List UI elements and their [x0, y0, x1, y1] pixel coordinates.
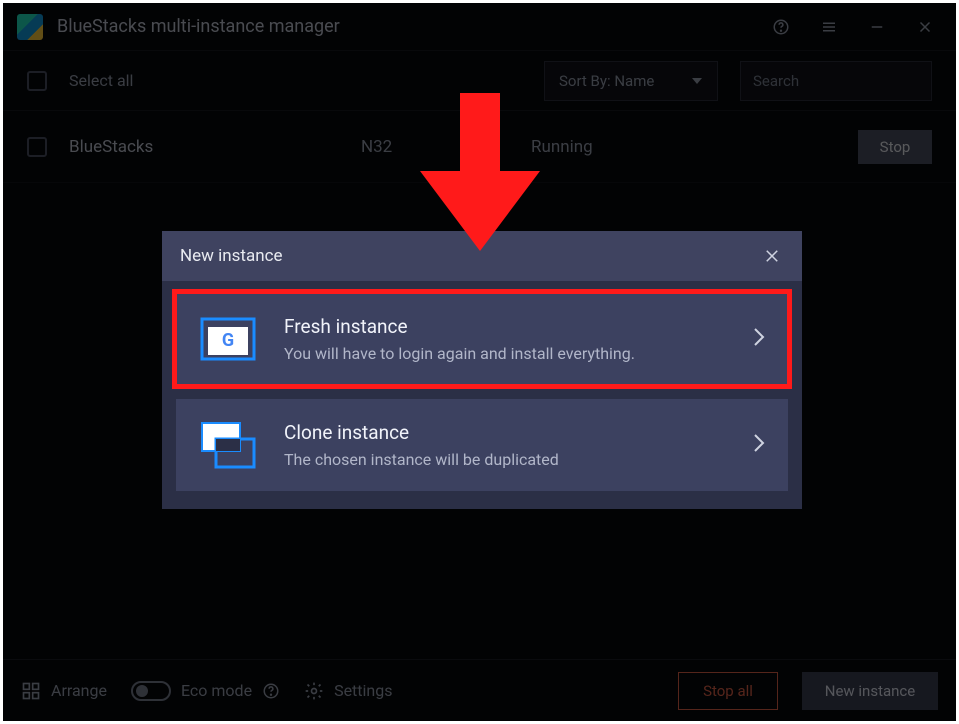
svg-text:G: G	[222, 330, 234, 351]
instance-row: BlueStacks N32 Running Stop	[3, 111, 956, 183]
arrange-button[interactable]: Arrange	[21, 681, 107, 701]
settings-label: Settings	[334, 681, 392, 700]
modal-header: New instance	[162, 231, 802, 281]
search-input[interactable]	[753, 72, 952, 90]
clone-instance-icon	[198, 419, 258, 471]
minimize-icon[interactable]	[860, 10, 894, 44]
modal-body: G Fresh instance You will have to login …	[162, 281, 802, 509]
chevron-right-icon	[752, 432, 766, 458]
search-input-wrapper[interactable]	[740, 61, 932, 101]
new-instance-button[interactable]: New instance	[802, 672, 938, 710]
settings-button[interactable]: Settings	[304, 681, 392, 701]
modal-title: New instance	[180, 246, 283, 266]
option-desc: The chosen instance will be duplicated	[284, 450, 726, 469]
instance-status: Running	[531, 137, 836, 157]
footer: Arrange Eco mode Settings Stop all New i…	[3, 659, 956, 721]
sort-by-label: Sort By: Name	[559, 72, 654, 90]
option-desc: You will have to login again and install…	[284, 344, 726, 363]
fresh-instance-icon: G	[198, 313, 258, 365]
app-window: BlueStacks multi-instance manager Select…	[3, 3, 956, 721]
titlebar: BlueStacks multi-instance manager	[3, 3, 956, 51]
select-all-checkbox[interactable]	[27, 71, 47, 91]
instance-checkbox[interactable]	[27, 137, 47, 157]
help-icon[interactable]	[262, 682, 280, 700]
stop-all-button[interactable]: Stop all	[678, 672, 778, 710]
gear-icon	[304, 681, 324, 701]
menu-icon[interactable]	[812, 10, 846, 44]
window-title: BlueStacks multi-instance manager	[57, 16, 750, 37]
chevron-right-icon	[752, 326, 766, 352]
toolbar: Select all Sort By: Name	[3, 51, 956, 111]
chevron-down-icon	[691, 75, 703, 87]
sort-by-dropdown[interactable]: Sort By: Name	[544, 61, 718, 101]
new-instance-modal: New instance G Fresh instance You will h…	[162, 231, 802, 509]
select-all-label: Select all	[69, 71, 133, 90]
clone-instance-option[interactable]: Clone instance The chosen instance will …	[176, 399, 788, 491]
app-logo-icon	[17, 14, 43, 40]
instance-arch: N32	[361, 137, 509, 157]
eco-mode-toggle[interactable]: Eco mode	[131, 681, 280, 701]
option-title: Clone instance	[284, 421, 726, 444]
instance-name: BlueStacks	[69, 137, 339, 157]
close-icon[interactable]	[908, 10, 942, 44]
fresh-instance-option[interactable]: G Fresh instance You will have to login …	[176, 293, 788, 385]
modal-close-button[interactable]	[760, 244, 784, 268]
arrange-label: Arrange	[51, 681, 107, 700]
help-icon[interactable]	[764, 10, 798, 44]
grid-icon	[21, 681, 41, 701]
option-title: Fresh instance	[284, 315, 726, 338]
instance-stop-button[interactable]: Stop	[858, 130, 932, 164]
toggle-icon	[131, 681, 171, 701]
eco-mode-label: Eco mode	[181, 681, 252, 700]
